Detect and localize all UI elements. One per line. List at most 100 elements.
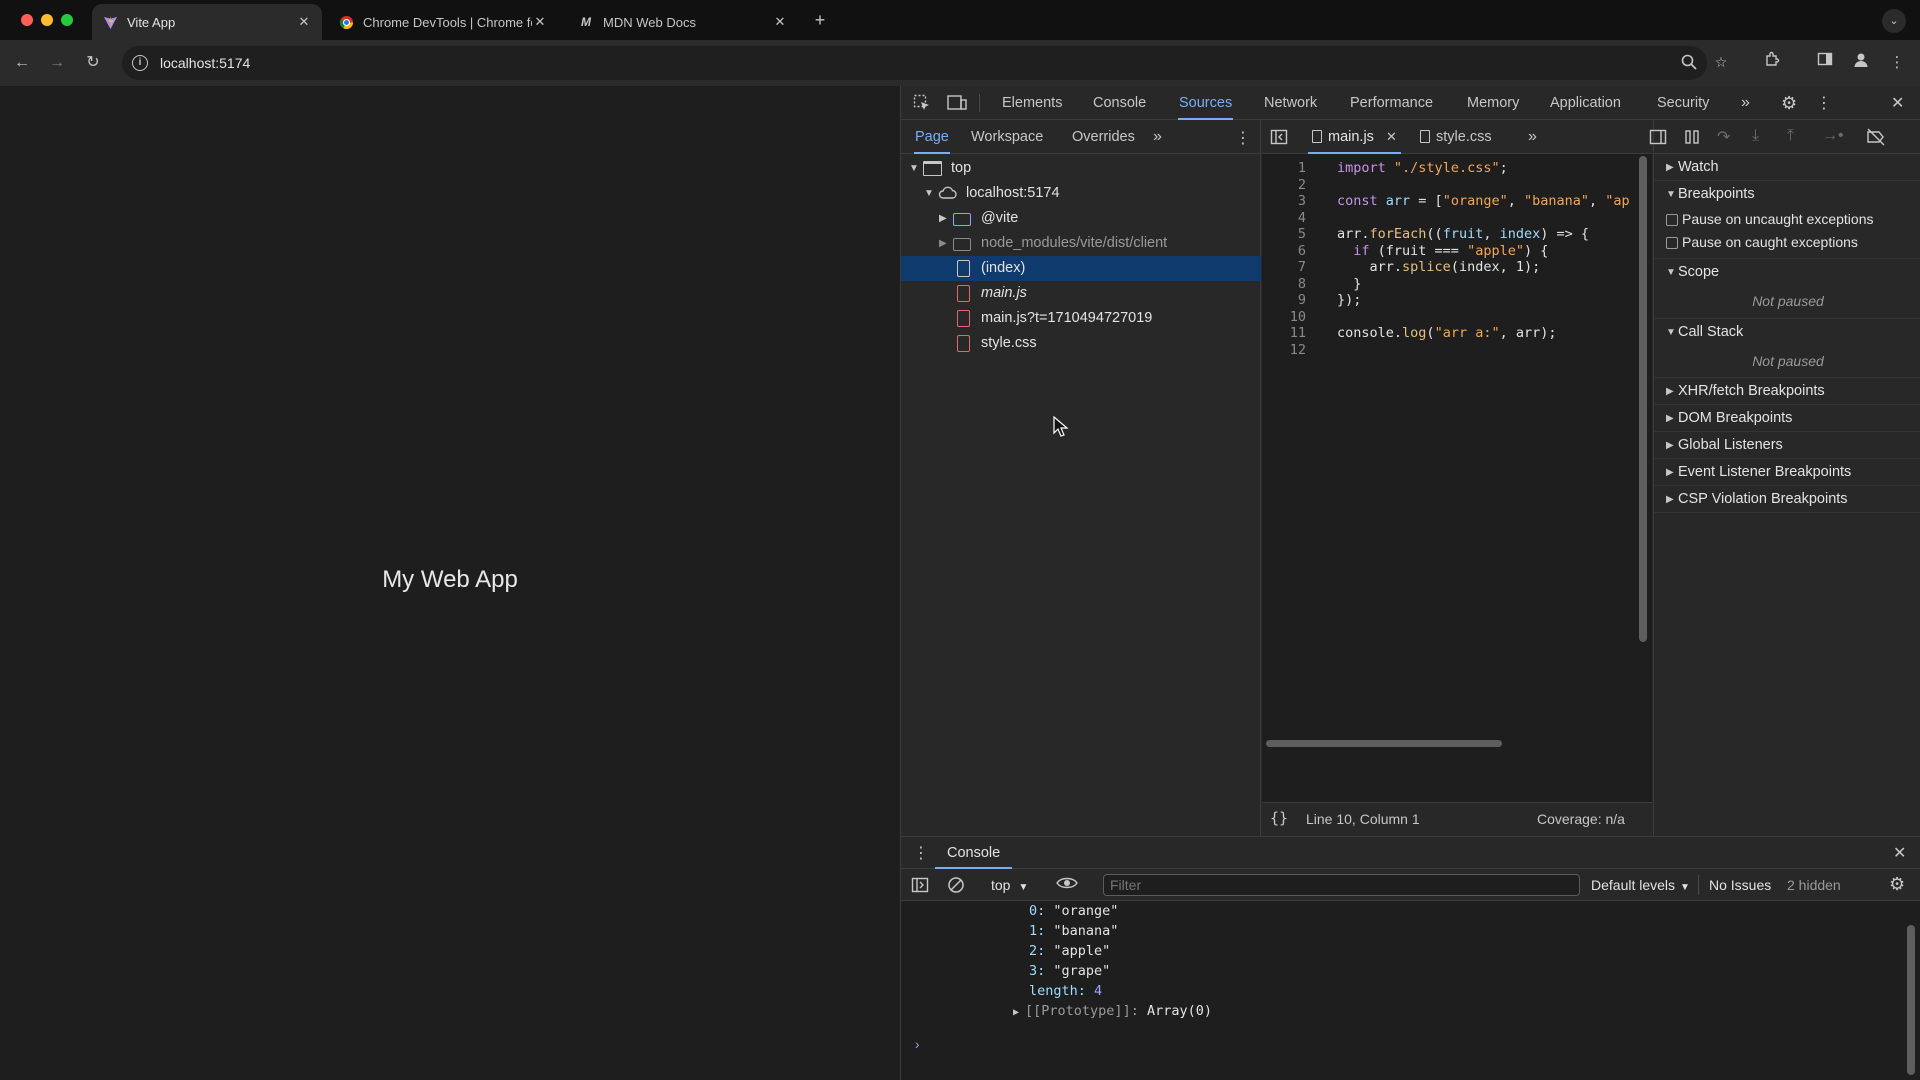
expanded-arrow-icon[interactable]: ▼ — [909, 156, 919, 181]
code-content[interactable]: 1 import "./style.css"; 2 3 const arr = ["… — [1262, 160, 1642, 760]
zoom-icon[interactable] — [1680, 54, 1698, 72]
pause-icon[interactable] — [1683, 128, 1701, 150]
more-tabs-icon[interactable]: » — [1153, 128, 1162, 146]
file-tree: ▼ top ▼ localhost:5174 ▶ @vite ▶ node_mo… — [901, 156, 1261, 356]
new-tab-button[interactable]: + — [810, 10, 830, 30]
collapsed-arrow-icon[interactable]: ▶ — [939, 206, 949, 231]
tab-page[interactable]: Page — [914, 120, 950, 154]
tab-console[interactable]: Console — [1093, 86, 1146, 120]
inspect-element-icon[interactable] — [913, 94, 931, 116]
clear-console-icon[interactable] — [947, 876, 965, 898]
console-filter-input[interactable] — [1103, 874, 1580, 896]
browser-tab-mdn[interactable]: M MDN Web Docs ✕ — [568, 4, 798, 40]
console-sidebar-icon[interactable] — [911, 876, 929, 898]
tree-item-main-js-timestamp[interactable]: main.js?t=1710494727019 — [901, 306, 1261, 331]
tree-item-index[interactable]: (index) — [901, 256, 1261, 281]
section-global-listeners[interactable]: ▶ Global Listeners — [1654, 432, 1920, 459]
section-scope[interactable]: ▼ Scope — [1654, 258, 1920, 285]
tab-overrides[interactable]: Overrides — [1072, 120, 1135, 154]
console-prototype-entry[interactable]: ▶ [[Prototype]]: Array(0) — [1013, 1001, 1212, 1021]
editor-tab-main-js[interactable]: main.js ✕ — [1308, 120, 1401, 154]
tree-item-main-js[interactable]: main.js — [901, 281, 1261, 306]
console-scrollbar[interactable] — [1907, 925, 1915, 1075]
minimize-window-button[interactable] — [41, 14, 53, 26]
editor-vertical-scrollbar[interactable] — [1639, 156, 1647, 642]
more-tabs-icon[interactable]: » — [1741, 94, 1750, 112]
collapsed-arrow-icon[interactable]: ▶ — [939, 231, 949, 256]
toggle-debugger-icon[interactable] — [1649, 128, 1667, 150]
expanded-arrow-icon: ▼ — [1666, 189, 1676, 200]
tree-item-style-css[interactable]: style.css — [901, 331, 1261, 356]
section-watch[interactable]: ▶ Watch — [1654, 154, 1920, 181]
more-tabs-icon[interactable]: » — [1528, 128, 1537, 146]
tree-item-localhost[interactable]: ▼ localhost:5174 — [901, 181, 1261, 206]
reload-button[interactable]: ↻ — [81, 51, 105, 75]
close-icon[interactable]: ✕ — [296, 14, 312, 30]
console-settings-gear-icon[interactable]: ⚙ — [1889, 874, 1905, 895]
close-icon[interactable]: ✕ — [772, 14, 788, 30]
site-info-icon[interactable]: i — [132, 55, 148, 71]
tab-security[interactable]: Security — [1657, 86, 1709, 120]
browser-tab-chrome-devtools[interactable]: Chrome DevTools | Chrome for Developers … — [328, 4, 558, 40]
close-icon[interactable]: ✕ — [1386, 129, 1397, 144]
navigator-menu-icon[interactable]: ⋮ — [1235, 128, 1251, 148]
tree-item-vite-folder[interactable]: ▶ @vite — [901, 206, 1261, 231]
tab-network[interactable]: Network — [1264, 86, 1317, 120]
tab-performance[interactable]: Performance — [1350, 86, 1433, 120]
section-call-stack[interactable]: ▼ Call Stack — [1654, 318, 1920, 345]
expanded-arrow-icon[interactable]: ▼ — [924, 181, 934, 206]
tab-memory[interactable]: Memory — [1467, 86, 1519, 120]
devtools-menu-icon[interactable]: ⋮ — [1816, 93, 1832, 113]
toggle-navigator-icon[interactable] — [1270, 128, 1288, 150]
step-icon[interactable]: →• — [1822, 127, 1844, 145]
tab-elements[interactable]: Elements — [1002, 86, 1062, 120]
close-window-button[interactable] — [21, 14, 33, 26]
tree-item-top[interactable]: ▼ top — [901, 156, 1261, 181]
log-levels-dropdown[interactable]: Default levels ▼ — [1591, 875, 1690, 895]
section-dom-breakpoints[interactable]: ▶ DOM Breakpoints — [1654, 405, 1920, 432]
step-out-icon[interactable]: ⤒ — [1787, 127, 1794, 145]
pause-uncaught-checkbox[interactable] — [1666, 214, 1678, 226]
bookmark-star-icon[interactable]: ☆ — [1712, 53, 1730, 71]
drawer-menu-icon[interactable]: ⋮ — [913, 843, 929, 863]
device-toolbar-icon[interactable] — [947, 94, 967, 116]
issues-button[interactable]: No Issues — [1709, 875, 1771, 895]
extensions-icon[interactable] — [1760, 51, 1784, 75]
section-xhr-breakpoints[interactable]: ▶ XHR/fetch Breakpoints — [1654, 378, 1920, 405]
tab-application[interactable]: Application — [1550, 86, 1621, 120]
profile-icon[interactable] — [1849, 51, 1873, 75]
tab-workspace[interactable]: Workspace — [971, 120, 1043, 154]
pause-uncaught-checkbox-row[interactable]: Pause on uncaught exceptions — [1654, 208, 1920, 231]
section-csp-violation-breakpoints[interactable]: ▶ CSP Violation Breakpoints — [1654, 486, 1920, 513]
side-panel-icon[interactable] — [1813, 51, 1837, 75]
pause-caught-checkbox[interactable] — [1666, 237, 1678, 249]
collapsed-arrow-icon[interactable]: ▶ — [1013, 1007, 1019, 1018]
editor-horizontal-scrollbar[interactable] — [1266, 740, 1502, 747]
close-icon[interactable]: ✕ — [532, 14, 548, 30]
context-selector[interactable]: top ▼ — [991, 875, 1028, 895]
address-bar[interactable]: i localhost:5174 — [122, 46, 1707, 80]
step-over-icon[interactable]: ↷ — [1717, 127, 1730, 147]
console-prompt-icon[interactable]: › — [915, 1035, 920, 1055]
close-devtools-icon[interactable]: ✕ — [1891, 93, 1904, 113]
live-expression-eye-icon[interactable] — [1056, 874, 1078, 897]
browser-tab-vite-app[interactable]: Vite App ✕ — [92, 4, 322, 40]
close-drawer-icon[interactable]: ✕ — [1893, 843, 1906, 863]
console-output[interactable]: 0: "orange" 1: "banana" 2: "apple" 3: "g… — [901, 901, 1920, 1080]
tab-search-button[interactable]: ⌄ — [1882, 9, 1906, 33]
tab-sources[interactable]: Sources — [1178, 86, 1234, 120]
back-button[interactable]: ← — [10, 51, 34, 75]
forward-button[interactable]: → — [45, 51, 69, 75]
step-into-icon[interactable]: ⤓ — [1752, 127, 1759, 145]
pause-caught-checkbox-row[interactable]: Pause on caught exceptions — [1654, 231, 1920, 254]
tab-console-drawer[interactable]: Console — [935, 837, 1013, 869]
pretty-print-icon[interactable]: {} — [1270, 809, 1288, 827]
deactivate-breakpoints-icon[interactable] — [1866, 128, 1886, 150]
section-breakpoints[interactable]: ▼ Breakpoints — [1654, 181, 1920, 208]
settings-gear-icon[interactable]: ⚙ — [1781, 93, 1797, 114]
maximize-window-button[interactable] — [61, 14, 73, 26]
browser-menu-icon[interactable]: ⋮ — [1885, 51, 1909, 75]
section-event-listener-breakpoints[interactable]: ▶ Event Listener Breakpoints — [1654, 459, 1920, 486]
editor-tab-style-css[interactable]: style.css — [1420, 120, 1492, 154]
tree-item-node-modules-folder[interactable]: ▶ node_modules/vite/dist/client — [901, 231, 1261, 256]
